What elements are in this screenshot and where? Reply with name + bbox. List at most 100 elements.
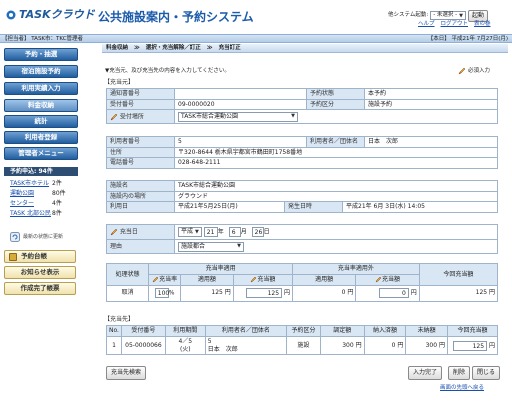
today-date: 【本日】 平成21年 7月27日(月)	[427, 36, 508, 42]
breadcrumb-sep-icon: ≫	[134, 44, 140, 51]
facility-name-label: 施設名	[106, 180, 175, 192]
list-item: センター 4件	[10, 200, 80, 208]
column-header: 調定額	[320, 325, 365, 337]
required-legend: 必須入力	[458, 67, 490, 75]
charge-amount2-header-cell: 充当額	[355, 273, 420, 286]
source-section-title: 【充当元】	[104, 79, 135, 86]
facility-name-value: TASK市総合運動公園	[174, 180, 498, 192]
state-value: 取消	[105, 284, 150, 302]
completed-report-button[interactable]: 作成完了帳票	[4, 282, 76, 295]
year-input[interactable]: 21	[203, 227, 218, 237]
dest-period-date: 4／5	[178, 338, 193, 345]
day-unit: 日	[263, 228, 270, 236]
dest-unpaid: 300 円	[405, 336, 448, 355]
facility-count: 2件	[52, 180, 62, 187]
phone-label: 電話番号	[106, 157, 175, 169]
charge-amount-cell: 125 円	[232, 284, 293, 302]
user-bar: 【担当者】 TASK市：TKC管理者 【本日】 平成21年 7月27日(月)	[0, 34, 512, 43]
state-header: 処理状態	[105, 263, 150, 286]
close-button[interactable]: 閉じる	[472, 366, 501, 380]
column-header: 今回充当額	[446, 325, 499, 337]
status-label: 予約状態	[306, 88, 365, 100]
ledger-icon	[9, 252, 17, 261]
dest-search-button[interactable]: 充当先検索	[106, 366, 147, 380]
notify-no-label: 通知書番号	[106, 88, 175, 100]
dest-table: No. 受付番号 利用期間 利用者名／団体名 予約区分 調定額 納入済額 未納額 今回充当額 1…	[106, 325, 499, 355]
occur-date-value: 平成21年 6月 3日(水) 14:05	[342, 201, 498, 213]
current-charge-value: 125 円	[418, 284, 499, 302]
back-to-top-link[interactable]: 画面の先頭へ戻る	[440, 385, 484, 392]
rate-unit: %	[168, 289, 175, 297]
nav-payment[interactable]: 料金収納	[4, 99, 78, 112]
charge-amount-header: 充当額	[257, 275, 276, 283]
notice-display-label: お知らせ表示	[20, 268, 60, 277]
nav-usage-input[interactable]: 利用実績入力	[4, 82, 78, 95]
logo-mark-icon	[6, 10, 16, 20]
breadcrumb-item[interactable]: 料金収納	[106, 45, 128, 52]
logout-link[interactable]: ログアウト	[441, 21, 469, 28]
nav-reservation[interactable]: 予約・抽選	[4, 48, 78, 61]
chevron-down-icon: ▼	[237, 243, 241, 250]
facility-link[interactable]: TASK市ホテル	[10, 180, 49, 188]
current-charge-header: 今回充当額	[418, 263, 499, 286]
app-window: TASKクラウド 公共施設案内・予約システム 他システム起動: - 未選択 - ▼…	[0, 0, 512, 410]
breadcrumb-item[interactable]: 選択・充当解除／訂正	[146, 45, 201, 52]
occur-date-label: 発生日時	[284, 201, 343, 213]
help-link[interactable]: ヘルプ	[418, 21, 435, 28]
reservation-ledger-button[interactable]: 予約台帳	[4, 250, 76, 263]
input-done-button[interactable]: 入力完了	[408, 366, 443, 380]
system-label: 他システム起動:	[388, 12, 429, 19]
column-header: 予約区分	[286, 325, 321, 337]
facility-link[interactable]: 運動公園	[10, 190, 48, 198]
use-date-value: 平成21年5月25日(月)	[174, 201, 285, 213]
launch-button[interactable]: 起動	[468, 10, 489, 22]
breadcrumb-item: 充当訂正	[218, 44, 241, 51]
system-select[interactable]: - 未選択 - ▼	[430, 11, 467, 21]
logo-text: TASKクラウド	[19, 8, 95, 21]
reason-cell: 施設都合 ▼	[174, 239, 498, 254]
year-unit: 年	[217, 228, 224, 236]
user-name-value: 日本 次郎	[364, 136, 498, 148]
user-no-label: 利用者番号	[106, 136, 175, 148]
chevron-down-icon: ▼	[459, 12, 464, 19]
dest-current-input[interactable]: 125	[453, 340, 488, 351]
day-input[interactable]: 26	[251, 227, 264, 237]
refresh-link[interactable]: 最新の状態に更新	[10, 232, 63, 242]
facility-link[interactable]: センター	[10, 200, 48, 208]
column-header: 利用期間	[164, 325, 206, 337]
source-table: 通知書番号 予約状態 本予約 受付番号 09-0000020 予約区分 施設予約…	[106, 88, 498, 124]
rate-input[interactable]: 100	[154, 288, 169, 298]
facility-count: 80件	[52, 190, 66, 197]
applied-amount-header: 適用額	[179, 273, 234, 286]
dest-user-name: 日本 次郎	[207, 345, 238, 353]
applied-amount-value: 125 円	[179, 284, 234, 302]
era-select[interactable]: 平成 ▼	[178, 227, 202, 237]
nav-statistics[interactable]: 統計	[4, 115, 78, 128]
facility-place-value: グラウンド	[174, 190, 498, 202]
reason-select[interactable]: 施設都合 ▼	[178, 241, 244, 252]
charge-amount-input[interactable]: 125	[246, 288, 283, 298]
month-input[interactable]: 6	[228, 227, 241, 237]
home-link[interactable]: 表の巻	[474, 21, 491, 28]
notice-display-button[interactable]: お知らせ表示	[4, 266, 76, 279]
column-header: 利用者名／団体名	[204, 325, 288, 337]
facility-link[interactable]: TASK 北部公民	[10, 210, 51, 218]
delete-button[interactable]: 削除	[448, 366, 471, 380]
receipt-no-label: 受付番号	[106, 98, 175, 110]
column-header: 未納額	[405, 325, 448, 337]
charge-amount2-input[interactable]: 0	[378, 288, 409, 298]
applied-amount2-header: 適用額	[291, 273, 357, 286]
nav-admin-menu[interactable]: 管理者メニュー	[4, 147, 78, 160]
receipt-place-label: 受付場所	[119, 113, 144, 120]
nav-user-register[interactable]: 利用者登録	[4, 131, 78, 144]
reservation-kind-label: 予約区分	[306, 98, 365, 110]
yen-unit: 円	[283, 289, 290, 297]
status-value: 本予約	[364, 88, 498, 100]
breadcrumb-sep-icon: ≫	[206, 44, 213, 51]
instruction-text: ▼充当元、及び充当先の内容を入力してください。	[105, 68, 230, 74]
receipt-place-select[interactable]: TASK市総合運動公園 ▼	[178, 111, 298, 122]
breadcrumb: 料金収納 ≫ 選択・充当解除／訂正 ≫ 充当訂正	[102, 44, 508, 53]
nav-lodging[interactable]: 宿泊施設予約	[4, 65, 78, 78]
charge-amount-header-cell: 充当額	[232, 273, 293, 286]
use-date-label: 利用日	[106, 201, 175, 213]
